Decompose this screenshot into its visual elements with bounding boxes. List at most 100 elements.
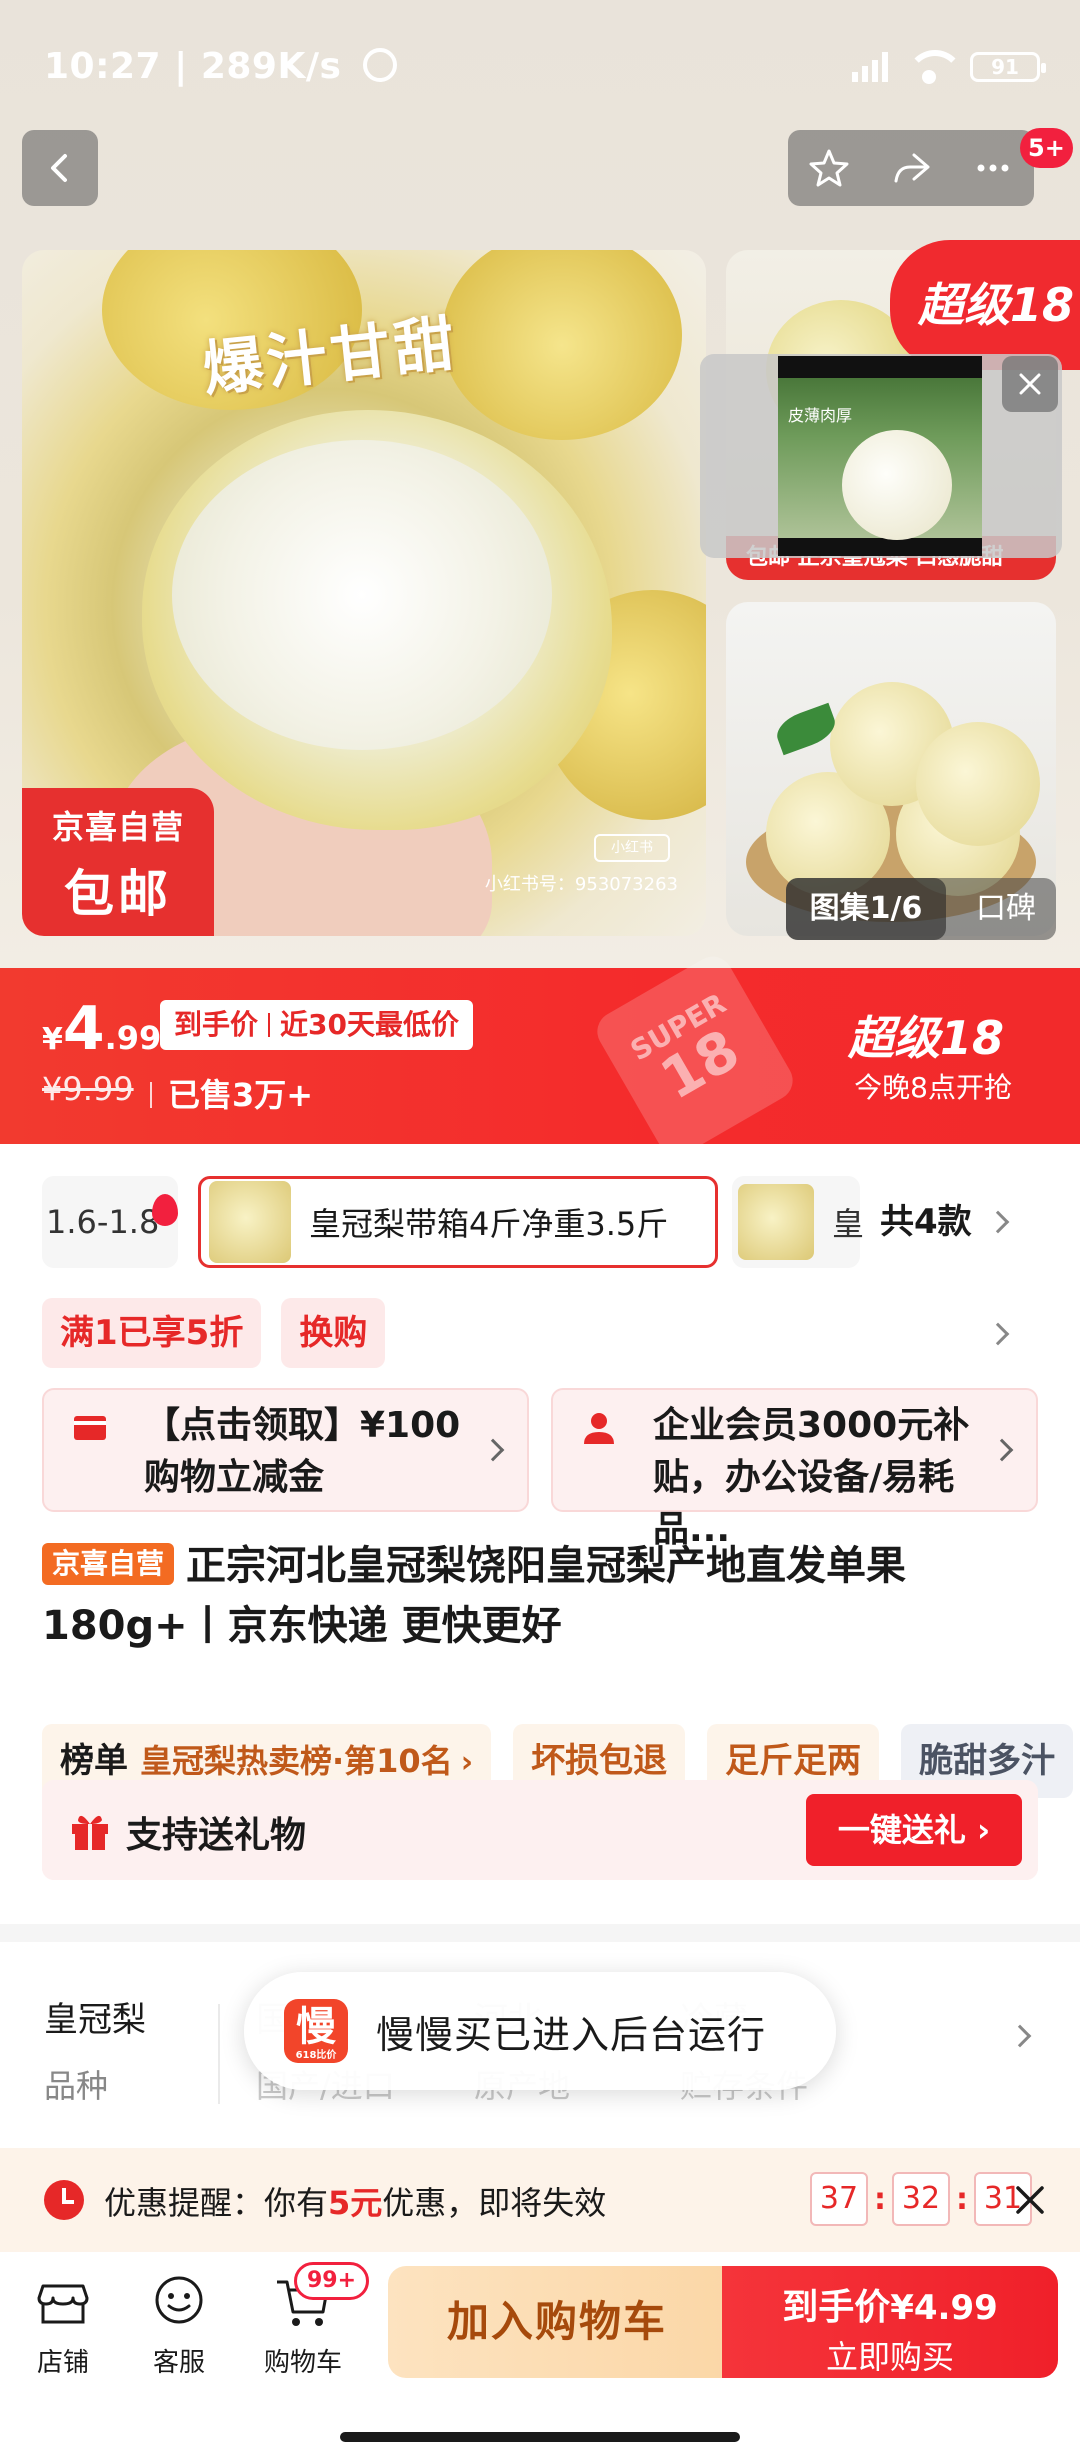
super18-title: 超级18 — [847, 1011, 1004, 1065]
chat-smile-icon — [155, 2276, 203, 2324]
buy-now-price-label: 到手价 — [782, 2287, 891, 2328]
video-caption: 皮薄肉厚 — [788, 406, 853, 425]
bottom-action-bar: 店铺 客服 购物车 99+ 加入购物车 到手价¥4.99 立即购买 — [0, 2252, 1080, 2460]
status-right: 91 — [852, 50, 1046, 84]
signal-icon — [852, 52, 888, 82]
chevron-right-icon[interactable] — [986, 1322, 1010, 1346]
cart-count-badge: 99+ — [294, 2262, 370, 2300]
promo-badge-line1: 京喜自营 — [51, 808, 184, 846]
status-left: 10:27 | 289K/s — [44, 46, 397, 87]
video-letterbox — [778, 538, 982, 556]
discount-reminder[interactable]: 优惠提醒：你有5元优惠，即将失效 37 : 32 : 31 — [0, 2148, 1080, 2252]
price-tag-a: 到手价 — [174, 1008, 259, 1041]
coupon-row: 【点击领取】¥100购物立减金 企业会员3000元补贴，办公设备/易耗品... — [42, 1388, 1038, 1550]
spec-thumbnail — [738, 1184, 814, 1260]
spec-option[interactable]: 皇 — [732, 1176, 864, 1268]
status-speed: 289K/s — [200, 46, 342, 87]
reminder-text: 优惠提醒：你有5元优惠，即将失效 — [104, 2178, 606, 2224]
promo-chip-exchange[interactable]: 换购 — [281, 1298, 386, 1368]
chevron-right-icon — [986, 1210, 1010, 1234]
coupon-card[interactable]: 【点击领取】¥100购物立减金 — [42, 1388, 529, 1512]
shop-label: 店铺 — [36, 2348, 89, 2378]
fire-icon — [152, 1194, 178, 1226]
chevron-right-icon — [1008, 2024, 1032, 2048]
alarm-icon — [362, 48, 397, 82]
background-toast: 慢 618比价 慢慢买已进入后台运行 — [244, 1972, 836, 2090]
spec-option-label: 1.6-1.8 — [46, 1203, 160, 1241]
gift-card: 支持送礼物 一键送礼 › — [42, 1780, 1038, 1880]
coupon-text: 【点击领取】¥100购物立减金 — [144, 1405, 461, 1498]
price-banner: ¥4.99 到手价 近30天最低价 ¥9.99 已售3万+ SUPER 18 超… — [0, 949, 1080, 1163]
watermark-text: 小红书号：953073263 — [484, 874, 678, 895]
price-tag-b: 近30天最低价 — [280, 1008, 459, 1041]
spec-thumbnail — [209, 1181, 291, 1263]
spec-col-value: 皇冠梨 — [44, 2000, 146, 2040]
promo-badge: 京喜自营 包邮 — [22, 788, 214, 936]
super18-subtitle: 今晚8点开抢 — [854, 1071, 1012, 1104]
send-gift-label: 一键送礼 — [837, 1811, 966, 1849]
current-price: ¥4.99 — [42, 994, 161, 1064]
close-icon[interactable] — [1008, 2178, 1052, 2222]
gift-icon — [72, 1815, 108, 1850]
battery-icon: 91 — [970, 52, 1046, 82]
reviews-tab[interactable]: 口碑 — [956, 878, 1056, 940]
super18-corner-badge: 超级18 — [890, 240, 1080, 370]
reminder-suffix: 优惠，即将失效 — [382, 2184, 607, 2222]
store-icon — [37, 2284, 89, 2324]
chevron-right-icon: › — [965, 1811, 991, 1849]
pear-shape — [842, 430, 952, 540]
buy-now-price: ¥4.99 — [890, 2288, 998, 2328]
pear-shape — [442, 250, 682, 440]
chevron-right-icon: › — [460, 1745, 474, 1780]
chevron-right-icon — [481, 1438, 505, 1462]
product-title: 京喜自营 正宗河北皇冠梨饶阳皇冠梨产地直发单果180g+丨京东快递 更快更好 — [42, 1536, 1042, 1656]
user-icon — [584, 1413, 614, 1444]
coupon-text: 企业会员3000元补贴，办公设备/易耗品... — [653, 1405, 970, 1550]
back-button[interactable] — [22, 130, 98, 206]
app-logo-char: 慢 — [296, 2004, 336, 2050]
spec-divider — [218, 2004, 220, 2104]
promo-badge-line2: 包邮 — [64, 865, 172, 923]
more-icon[interactable] — [972, 147, 1014, 189]
pear-flesh-shape — [172, 440, 552, 750]
section-divider — [0, 1924, 1080, 1942]
pear-shape — [916, 722, 1040, 846]
coupon-card[interactable]: 企业会员3000元补贴，办公设备/易耗品... — [551, 1388, 1038, 1550]
spec-option-label: 皇 — [832, 1205, 865, 1243]
spec-option-label: 皇冠梨带箱4斤净重3.5斤 — [309, 1205, 669, 1243]
spec-count-link[interactable]: 共4款 — [880, 1176, 972, 1268]
promo-chip-discount[interactable]: 满1已享5折 — [42, 1298, 262, 1368]
app-logo: 慢 618比价 — [284, 1999, 348, 2063]
send-gift-button[interactable]: 一键送礼 › — [806, 1794, 1022, 1866]
reminder-amount: 5元 — [328, 2184, 383, 2222]
timer-minutes: 32 — [892, 2172, 950, 2226]
buy-now-button[interactable]: 到手价¥4.99 立即购买 — [722, 2266, 1058, 2378]
cart-label: 购物车 — [263, 2348, 342, 2378]
reminder-prefix: 优惠提醒：你有 — [104, 2184, 329, 2222]
super18-stamp: SUPER 18 — [590, 949, 800, 1163]
card-icon — [74, 1416, 106, 1440]
original-price: ¥9.99 — [42, 1070, 134, 1108]
share-icon[interactable] — [890, 147, 932, 189]
status-divider: | — [174, 46, 201, 87]
promo-chips: 满1已享5折 换购 — [42, 1298, 386, 1368]
home-indicator[interactable] — [340, 2432, 740, 2442]
price-currency: ¥ — [42, 1022, 63, 1057]
service-label: 客服 — [152, 2348, 205, 2378]
spec-option-selected[interactable]: 皇冠梨带箱4斤净重3.5斤 — [198, 1176, 718, 1268]
main-product-image[interactable]: 爆汁甘甜 京喜自营 包邮 小红书 小红书号：953073263 — [22, 250, 706, 936]
clock-icon — [44, 2180, 84, 2220]
timer-colon: : — [956, 2181, 968, 2217]
chevron-left-icon — [51, 154, 67, 182]
service-button[interactable]: 客服 — [124, 2272, 234, 2379]
spec-col-key: 品种 — [44, 2067, 109, 2105]
star-icon[interactable] — [808, 147, 850, 189]
close-icon[interactable] — [1002, 356, 1058, 412]
gallery-counter[interactable]: 图集1/6 — [786, 878, 946, 940]
add-to-cart-button[interactable]: 加入购物车 — [388, 2266, 726, 2378]
shop-button[interactable]: 店铺 — [8, 2272, 118, 2379]
timer-hours: 37 — [810, 2172, 868, 2226]
price-decimal: .99 — [104, 1019, 162, 1057]
app-logo-sub: 618比价 — [295, 2050, 337, 2061]
price-tag: 到手价 近30天最低价 — [160, 1000, 473, 1050]
